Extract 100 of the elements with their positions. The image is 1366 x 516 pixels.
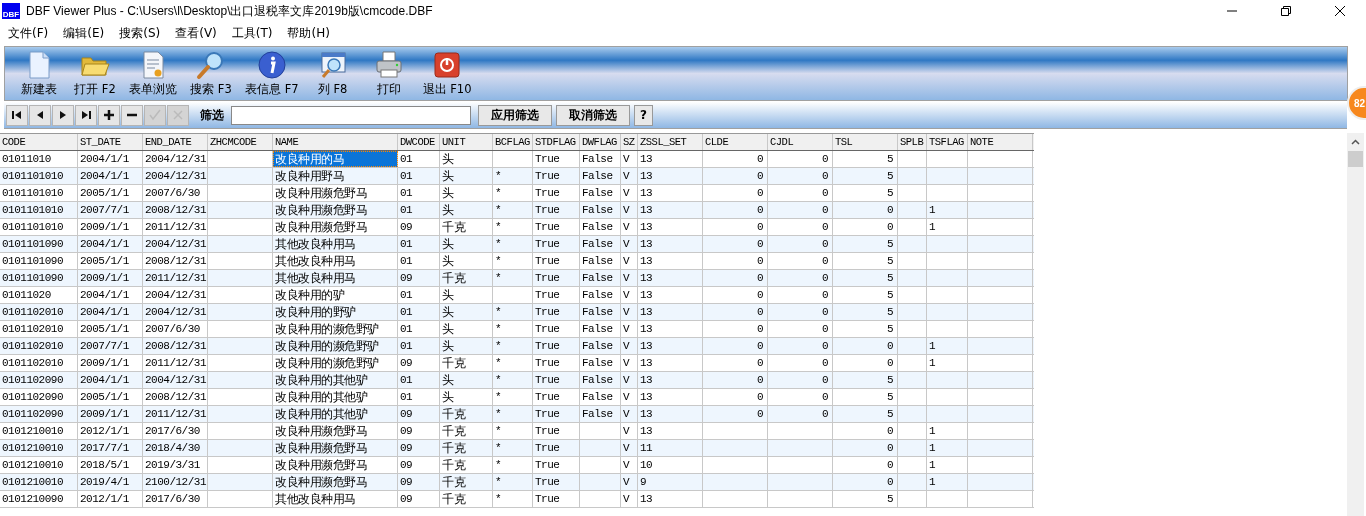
navigator-button[interactable] <box>29 104 51 126</box>
column-header[interactable]: ZSSL_SET <box>638 134 703 150</box>
table-cell: 头 <box>440 304 493 320</box>
table-cell: 0 <box>768 372 833 388</box>
table-cell: 2005/1/1 <box>78 185 143 201</box>
table-cell: 改良种用的其他驴 <box>273 389 398 405</box>
table-cell: False <box>580 338 621 354</box>
table-cell: 0 <box>768 151 833 167</box>
table-cell: 2007/6/30 <box>143 185 208 201</box>
table-cell: * <box>493 270 533 286</box>
table-cell: 01 <box>398 168 440 184</box>
table-cell: V <box>621 287 638 303</box>
column-header[interactable]: ST_DATE <box>78 134 143 150</box>
first-record-icon <box>11 109 23 121</box>
table-cell: 13 <box>638 321 703 337</box>
help-button[interactable]: ? <box>634 104 653 126</box>
table-cell: 01 <box>398 304 440 320</box>
toolbar-button[interactable]: 列 F8 <box>304 47 361 100</box>
vertical-scrollbar[interactable] <box>1347 133 1364 516</box>
toolbar-button[interactable]: 表信息 F7 <box>239 47 305 100</box>
toolbar-button[interactable]: 打印 <box>360 47 417 100</box>
column-header[interactable]: CODE <box>0 134 78 150</box>
column-header[interactable]: NOTE <box>968 134 1033 150</box>
column-header[interactable]: CLDE <box>703 134 768 150</box>
toolbar-button[interactable]: 打开 F2 <box>67 47 123 100</box>
table-cell: V <box>621 389 638 405</box>
column-header[interactable]: NAME <box>273 134 398 150</box>
menu-item[interactable]: 编辑(E) <box>63 24 105 42</box>
table-cell: 0 <box>703 338 768 354</box>
table-cell: 11 <box>638 440 703 456</box>
table-cell: 5 <box>833 304 898 320</box>
table-cell: 13 <box>638 355 703 371</box>
table-cell: 0101210010 <box>0 423 78 439</box>
toolbar-button[interactable]: 新建表 <box>11 47 67 100</box>
menu-item[interactable]: 文件(F) <box>8 24 49 42</box>
column-header[interactable]: CJDL <box>768 134 833 150</box>
table-cell: * <box>493 474 533 490</box>
info-icon <box>256 50 287 80</box>
scroll-up-icon[interactable] <box>1351 139 1360 145</box>
table-cell: 头 <box>440 321 493 337</box>
table-cell: 01 <box>398 253 440 269</box>
table-cell: 改良种用濒危野马 <box>273 423 398 439</box>
table-cell: 09 <box>398 457 440 473</box>
column-header[interactable]: SPLB <box>898 134 927 150</box>
table-cell: 改良种用的野驴 <box>273 304 398 320</box>
table-cell: 0 <box>833 219 898 235</box>
table-cell: 0101210010 <box>0 440 78 456</box>
table-cell: True <box>533 372 580 388</box>
table-cell: 01 <box>398 389 440 405</box>
menu-item[interactable]: 查看(V) <box>175 24 217 42</box>
column-header[interactable]: DWCODE <box>398 134 440 150</box>
table-cell: 2009/1/1 <box>78 406 143 422</box>
column-header[interactable]: END_DATE <box>143 134 208 150</box>
close-icon[interactable] <box>1334 5 1346 17</box>
scrollbar-thumb[interactable] <box>1348 151 1363 167</box>
table-cell: 0101101090 <box>0 253 78 269</box>
menu-item[interactable]: 搜索(S) <box>119 24 161 42</box>
toolbar-button[interactable]: 退出 F10 <box>416 47 478 100</box>
cross-icon <box>172 109 184 121</box>
restore-icon[interactable] <box>1280 5 1292 17</box>
column-header[interactable]: ZHCMCODE <box>208 134 273 150</box>
table-cell: False <box>580 304 621 320</box>
column-header[interactable]: BCFLAG <box>493 134 533 150</box>
navigator-button[interactable] <box>98 104 120 126</box>
navigator-button[interactable] <box>52 104 74 126</box>
table-cell: V <box>621 321 638 337</box>
table-cell: 0 <box>768 406 833 422</box>
table-cell: 0 <box>703 372 768 388</box>
column-header[interactable]: TSFLAG <box>927 134 968 150</box>
menu-item[interactable]: 工具(T) <box>231 24 273 42</box>
check-icon <box>149 109 161 121</box>
selected-cell: 改良种用的马 <box>273 151 398 167</box>
toolbar-button[interactable]: 表单浏览 <box>123 47 183 100</box>
table-cell: 01 <box>398 372 440 388</box>
apply-filter-button[interactable]: 应用筛选 <box>478 104 552 126</box>
column-header[interactable]: UNIT <box>440 134 493 150</box>
table-cell: False <box>580 372 621 388</box>
menu-item[interactable]: 帮助(H) <box>287 24 330 42</box>
table-cell: 2019/3/31 <box>143 457 208 473</box>
table-cell: V <box>621 406 638 422</box>
search-icon <box>196 50 226 80</box>
table-cell: False <box>580 355 621 371</box>
filter-field[interactable] <box>231 105 471 125</box>
column-header[interactable]: STDFLAG <box>533 134 580 150</box>
column-header[interactable]: SZ <box>621 134 638 150</box>
table-cell: 改良种用濒危野马 <box>273 185 398 201</box>
navigator-button[interactable] <box>75 104 97 126</box>
table-cell: False <box>580 219 621 235</box>
table-cell: 0101210090 <box>0 491 78 507</box>
navigator-button[interactable] <box>121 104 143 126</box>
column-header[interactable]: TSL <box>833 134 898 150</box>
column-header[interactable]: DWFLAG <box>580 134 621 150</box>
table-cell: 09 <box>398 355 440 371</box>
table-cell: V <box>621 202 638 218</box>
table-cell: 2011/12/31 <box>143 219 208 235</box>
navigator-button[interactable] <box>6 104 28 126</box>
table-cell: True <box>533 185 580 201</box>
toolbar-button[interactable]: 搜索 F3 <box>183 47 239 100</box>
table-cell: 1 <box>927 202 968 218</box>
clear-filter-button[interactable]: 取消筛选 <box>556 104 630 126</box>
